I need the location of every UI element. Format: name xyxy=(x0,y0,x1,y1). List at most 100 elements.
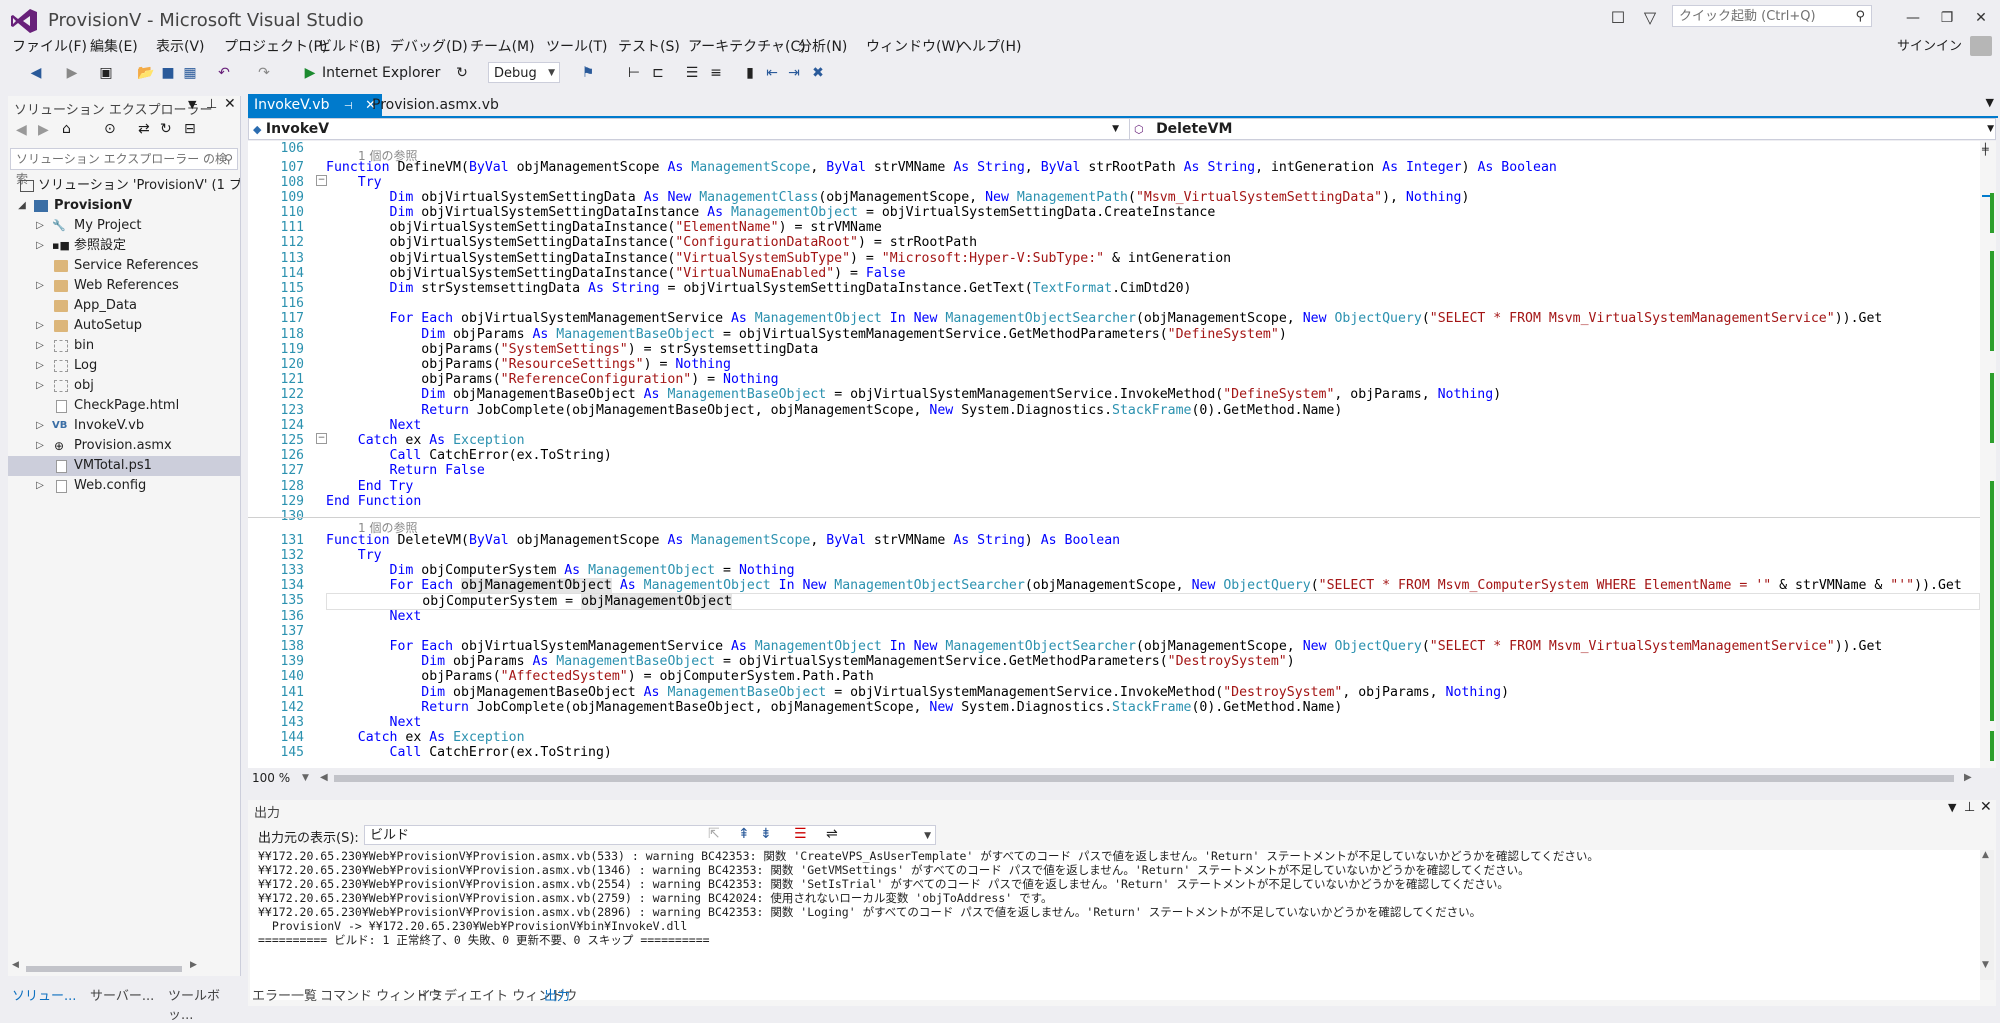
save-icon[interactable]: ■ xyxy=(158,63,178,83)
forward-icon[interactable]: ▶ xyxy=(38,122,49,138)
prev-bookmark-icon[interactable]: ⇤ xyxy=(762,63,782,83)
tree-item-project[interactable]: ◢ ProvisionV xyxy=(8,196,240,216)
redo-icon[interactable]: ↷ xyxy=(254,63,274,83)
tab-provision-asmx-vb[interactable]: Provision.asmx.vb xyxy=(366,94,505,116)
new-project-icon[interactable]: ▣ xyxy=(96,63,116,83)
step-into-icon[interactable]: ⊢ xyxy=(624,63,644,83)
start-debugging-icon[interactable]: ▶ xyxy=(300,63,320,83)
collapsed-arrow-icon[interactable]: ▷ xyxy=(34,316,46,336)
tab-output[interactable]: 出力 xyxy=(544,985,570,1004)
pending-changes-icon[interactable]: ⊙ xyxy=(104,121,116,137)
pin-icon[interactable]: ⊣ xyxy=(344,101,353,112)
tree-item-checkpage[interactable]: CheckPage.html xyxy=(8,396,240,416)
forward-icon[interactable]: ▶ xyxy=(62,63,82,83)
step-over-icon[interactable]: ⊏ xyxy=(648,63,668,83)
refresh-icon[interactable]: ↻ xyxy=(160,121,172,137)
tree-item-provision-asmx[interactable]: ▷ ⊕ Provision.asmx xyxy=(8,436,240,456)
collapsed-arrow-icon[interactable]: ▷ xyxy=(34,356,46,376)
chevron-down-icon[interactable]: ▼ xyxy=(302,773,309,783)
tab-solution-explorer[interactable]: ソリュー... xyxy=(12,985,76,1004)
back-icon[interactable]: ◀ xyxy=(16,122,27,138)
scroll-up-icon[interactable]: ▲ xyxy=(1982,850,1989,860)
editor-horizontal-scrollbar[interactable]: 100 % ▼ ◀ ▶ xyxy=(248,770,1980,787)
scroll-left-icon[interactable]: ◀ xyxy=(12,960,19,970)
code-editor[interactable]: 106 107 108 109 110 111 112 113 114 115 116 117 118 1… xyxy=(248,141,1980,768)
menu-team[interactable]: チーム(M) xyxy=(470,36,535,58)
member-dropdown[interactable]: ⬡ DeleteVM ▼ xyxy=(1129,119,1998,139)
bookmark-icon[interactable]: ▮ xyxy=(740,63,760,83)
tree-item-references[interactable]: ▷ ▪■ 参照設定 xyxy=(8,236,240,256)
clear-all-icon[interactable]: ☰ xyxy=(794,826,807,842)
sync-icon[interactable]: ⇄ xyxy=(138,121,150,137)
close-icon[interactable]: ✕ xyxy=(1980,799,1992,815)
output-source-select[interactable]: ビルド ▼ xyxy=(364,825,936,845)
notification-filter-icon[interactable]: ▽ xyxy=(1638,6,1662,30)
menu-architecture[interactable]: アーキテクチャ(C) xyxy=(688,36,806,58)
solution-search-input[interactable]: ソリューション エクスプローラー の検索 ⚲ xyxy=(10,148,238,186)
undo-icon[interactable]: ↶ xyxy=(214,63,234,83)
run-target-dropdown[interactable]: Internet Explorer xyxy=(322,63,440,83)
next-message-icon[interactable]: ⇟ xyxy=(760,826,772,842)
collapsed-arrow-icon[interactable]: ▷ xyxy=(34,216,46,236)
tree-item-solution[interactable]: ソリューション 'ProvisionV' (1 プロジェ xyxy=(8,176,240,196)
menu-help[interactable]: ヘルプ(H) xyxy=(958,36,1021,58)
chevron-down-icon[interactable]: ▼ xyxy=(188,98,196,111)
tab-invokev-vb[interactable]: InvokeV.vb ⊣ ✕ xyxy=(248,94,382,116)
collapsed-arrow-icon[interactable]: ▷ xyxy=(34,236,46,256)
menu-view[interactable]: 表示(V) xyxy=(156,36,205,58)
collapsed-arrow-icon[interactable]: ▷ xyxy=(34,416,46,436)
tab-overflow-icon[interactable]: ▼ xyxy=(1986,96,1994,109)
collapse-all-icon[interactable]: ⊟ xyxy=(184,121,196,137)
go-to-location-icon[interactable]: ⇱ xyxy=(708,826,720,842)
quick-launch-input[interactable]: クイック起動 (Ctrl+Q) ⚲ xyxy=(1672,5,1872,27)
tree-item-web-references[interactable]: ▷ Web References xyxy=(8,276,240,296)
class-dropdown[interactable]: ◆ InvokeV ▼ xyxy=(253,119,1123,139)
menu-window[interactable]: ウィンドウ(W) xyxy=(866,36,961,58)
chevron-down-icon[interactable]: ▼ xyxy=(1948,801,1956,814)
scroll-thumb[interactable] xyxy=(334,775,1954,782)
tree-item-web-config[interactable]: ▷ Web.config xyxy=(8,476,240,496)
restore-button[interactable]: ❐ xyxy=(1932,6,1962,30)
home-icon[interactable]: ⌂ xyxy=(62,121,71,137)
prev-message-icon[interactable]: ⇞ xyxy=(738,826,750,842)
editor-vertical-scrollbar[interactable]: ╪ xyxy=(1980,141,1996,768)
tab-toolbox[interactable]: ツールボッ... xyxy=(168,985,240,1023)
open-file-icon[interactable]: 📂 xyxy=(136,63,156,83)
tab-server-explorer[interactable]: サーバー... xyxy=(90,985,154,1004)
menu-project[interactable]: プロジェクト(P) xyxy=(224,36,327,58)
collapsed-arrow-icon[interactable]: ▷ xyxy=(34,436,46,456)
clear-bookmarks-icon[interactable]: ✖ xyxy=(808,63,828,83)
scroll-thumb[interactable] xyxy=(26,966,182,972)
collapsed-arrow-icon[interactable]: ▷ xyxy=(34,336,46,356)
uncomment-icon[interactable]: ≡ xyxy=(706,63,726,83)
comment-icon[interactable]: ☰ xyxy=(682,63,702,83)
tree-item-bin[interactable]: ▷ bin xyxy=(8,336,240,356)
zoom-level[interactable]: 100 % xyxy=(252,770,290,787)
close-window-button[interactable]: ✕ xyxy=(1966,6,1996,30)
collapsed-arrow-icon[interactable]: ▷ xyxy=(34,276,46,296)
menu-edit[interactable]: 編集(E) xyxy=(90,36,138,58)
scroll-right-icon[interactable]: ▶ xyxy=(1964,772,1972,783)
menu-test[interactable]: テスト(S) xyxy=(618,36,680,58)
tree-item-my-project[interactable]: ▷ 🔧 My Project xyxy=(8,216,240,236)
minimize-button[interactable]: — xyxy=(1898,6,1928,30)
configuration-select[interactable]: Debug ▼ xyxy=(488,62,560,83)
tree-item-vmtotal[interactable]: VMTotal.ps1 xyxy=(8,456,240,476)
signin-link[interactable]: サインイン xyxy=(1897,36,1962,58)
menu-tools[interactable]: ツール(T) xyxy=(546,36,607,58)
scroll-down-icon[interactable]: ▼ xyxy=(1982,960,1989,970)
account-icon[interactable] xyxy=(1970,36,1992,56)
pin-icon[interactable]: ⊥ xyxy=(206,97,217,112)
expanded-arrow-icon[interactable]: ◢ xyxy=(16,196,28,216)
menu-file[interactable]: ファイル(F) xyxy=(12,36,87,58)
menu-build[interactable]: ビルド(B) xyxy=(318,36,381,58)
tree-item-app-data[interactable]: App_Data xyxy=(8,296,240,316)
tree-item-obj[interactable]: ▷ obj xyxy=(8,376,240,396)
scroll-right-icon[interactable]: ▶ xyxy=(190,960,197,970)
menu-debug[interactable]: デバッグ(D) xyxy=(390,36,468,58)
tab-error-list[interactable]: エラー一覧 xyxy=(252,985,317,1004)
back-icon[interactable]: ◀ xyxy=(26,63,46,83)
output-text-area[interactable]: ¥¥172.20.65.230¥Web¥ProvisionV¥Provision… xyxy=(250,849,1980,1000)
tree-item-autosetup[interactable]: ▷ AutoSetup xyxy=(8,316,240,336)
output-vertical-scrollbar[interactable]: ▲ ▼ xyxy=(1980,850,1994,980)
